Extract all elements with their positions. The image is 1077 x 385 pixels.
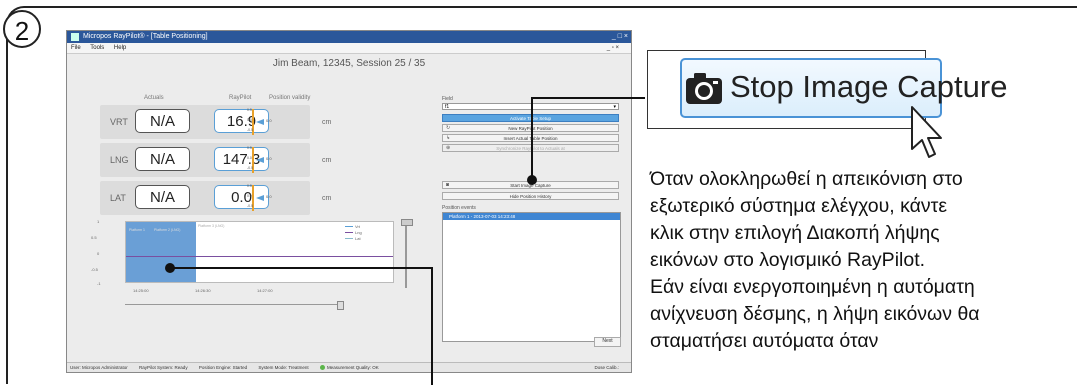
gauge-tick: 0.0	[247, 194, 252, 198]
graph-x-tick: 14:26:30	[195, 288, 211, 293]
window-controls[interactable]: _ □ ×	[612, 31, 628, 43]
gauge-tick: 0.0	[247, 118, 252, 122]
instruction-line: εικόνων στο λογισμικό RayPilot.	[650, 249, 926, 271]
graph-x-tick: 14:27:00	[257, 288, 273, 293]
status-bar: User: Micropos Administrator RayPilot Sy…	[67, 362, 631, 372]
validity-value: 0.0	[266, 194, 272, 199]
axis-label: LNG	[110, 155, 129, 165]
validity-arrow-icon	[256, 119, 264, 125]
status-system: RayPilot System: Ready	[139, 365, 188, 370]
insert-icon: ↳	[446, 135, 451, 141]
header-validity: Position validity	[269, 95, 311, 101]
gauge-tick: -0.5	[247, 204, 254, 208]
mouse-pointer-icon	[911, 106, 942, 158]
axis-label: VRT	[110, 117, 128, 127]
graph-x-tick: 14:25:00	[133, 288, 149, 293]
validity-arrow-icon	[256, 157, 264, 163]
gauge-tick: 0.0	[247, 156, 252, 160]
position-row-vrt: VRT N/A 16.9	[100, 105, 310, 139]
actual-value: N/A	[135, 109, 190, 133]
chevron-down-icon: ▾	[613, 104, 616, 110]
graph-series-line	[126, 256, 393, 257]
gauge-tick: 0.5	[247, 146, 252, 150]
leader-dot	[165, 263, 175, 273]
menu-help[interactable]: Help	[114, 45, 126, 51]
unit-label: cm	[322, 157, 332, 164]
step-number: 2	[3, 10, 41, 48]
header-actuals: Actuals	[144, 95, 164, 101]
unit-label: cm	[322, 195, 332, 202]
instruction-text: Όταν ολοκληρωθεί η απεικόνιση στο εξωτερ…	[650, 166, 1075, 355]
next-button[interactable]: Next	[594, 337, 621, 347]
graph-y-tick: -1	[97, 281, 101, 286]
app-icon	[71, 33, 79, 41]
instruction-line: Όταν ολοκληρωθεί η απεικόνιση στο	[650, 168, 963, 190]
horizontal-slider-thumb[interactable]	[337, 301, 344, 310]
legend-item: Lng	[345, 230, 362, 235]
camera-icon	[686, 73, 722, 104]
validity-value: 0.0	[266, 156, 272, 161]
menu-file[interactable]: File	[71, 45, 81, 51]
position-row-lng: LNG N/A 147.3	[100, 143, 310, 177]
status-engine: Position Engine: Started	[198, 365, 248, 370]
validity-value: 0.0	[266, 118, 272, 123]
graph-marker: Platform 1	[129, 228, 145, 232]
mdi-controls[interactable]: _ ▫ ×	[607, 43, 619, 53]
position-events-label: Position events	[442, 205, 476, 211]
legend-item: Lat	[345, 236, 361, 241]
window-title: Micropos RayPilot® - [Table Positioning]	[83, 33, 208, 40]
gauge-tick: 0.5	[247, 184, 252, 188]
hide-position-history-button[interactable]: Hide Position History	[442, 192, 619, 200]
field-label: Field	[442, 96, 453, 102]
graph-vertical-slider[interactable]	[405, 221, 407, 288]
leader-line	[531, 97, 645, 99]
instruction-line: Εάν είναι ενεργοποιημένη η αυτόματη	[650, 276, 975, 298]
refresh-icon: ↻	[446, 125, 451, 131]
graph-horizontal-slider[interactable]	[125, 304, 339, 305]
axis-label: LAT	[110, 193, 126, 203]
camera-icon: ◙	[446, 182, 450, 188]
instruction-line: ανίχνευση δέσμης, η λήψη εικόνων θα	[650, 303, 980, 325]
leader-line	[431, 267, 433, 385]
menu-tools[interactable]: Tools	[90, 45, 104, 51]
graph-y-tick: 1	[97, 219, 100, 224]
legend-item: Vrt	[345, 224, 360, 229]
list-item[interactable]: Platform 1 - 2013-07-03 14:23:48	[443, 213, 620, 220]
status-mode: System Mode: Treatment	[258, 365, 309, 370]
position-events-list[interactable]: Platform 1 - 2013-07-03 14:23:48	[442, 212, 621, 342]
window-titlebar: Micropos RayPilot® - [Table Positioning]…	[67, 31, 631, 43]
menu-bar: File Tools Help _ ▫ ×	[67, 43, 631, 54]
vertical-slider-thumb[interactable]	[401, 219, 413, 226]
status-user: User: Micropos Administrator	[70, 365, 128, 370]
sync-icon: ⊕	[446, 145, 451, 151]
graph-marker: Platform 2 (LNG)	[154, 228, 181, 232]
gauge-tick: -0.5	[247, 128, 254, 132]
actual-value: N/A	[135, 185, 190, 209]
leader-line	[169, 267, 432, 269]
instruction-line: εξωτερικό σύστημα ελέγχου, κάντε	[650, 195, 948, 217]
leader-line	[531, 97, 533, 179]
status-quality: Measurement Quality: OK	[319, 365, 389, 371]
instruction-line: κλικ στην επιλογή Διακοπή λήψης	[650, 222, 940, 244]
raypilot-window: Micropos RayPilot® - [Table Positioning]…	[66, 30, 632, 373]
validity-arrow-icon	[256, 195, 264, 201]
actual-value: N/A	[135, 147, 190, 171]
leader-dot	[527, 175, 537, 185]
gauge-tick: 0.5	[247, 108, 252, 112]
session-title: Jim Beam, 12345, Session 25 / 35	[272, 58, 426, 69]
graph-y-tick: -0.5	[91, 267, 98, 272]
gauge-tick: -0.5	[247, 166, 254, 170]
graph-y-tick: 0	[97, 251, 100, 256]
graph-marker: Platform 3 (LNG)	[198, 224, 225, 228]
graph-y-tick: 0.5	[91, 235, 97, 240]
status-dose: Dose Calib.:	[594, 365, 619, 370]
unit-label: cm	[322, 119, 332, 126]
callout-label: Stop Image Capture	[730, 69, 1008, 104]
status-ok-icon	[319, 365, 325, 371]
position-row-lat: LAT N/A 0.0	[100, 181, 310, 215]
header-raypilot: RayPilot	[229, 95, 252, 101]
instruction-line: σταματήσει αυτόματα όταν	[650, 330, 879, 352]
